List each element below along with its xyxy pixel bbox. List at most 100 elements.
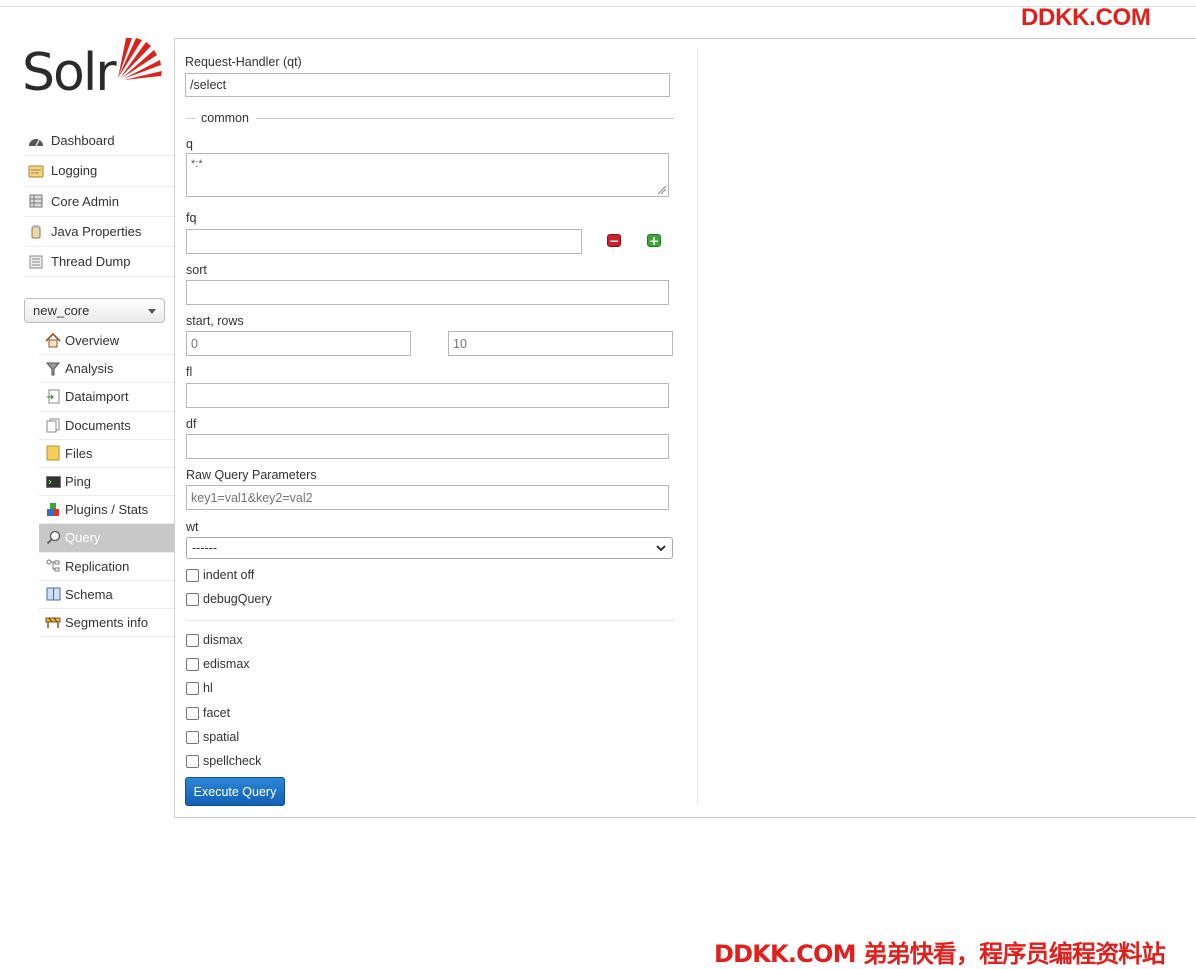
core-nav-ping[interactable]: Ping (39, 468, 174, 497)
documents-icon (45, 417, 61, 433)
wt-label: wt (186, 520, 199, 534)
dismax-checkbox[interactable] (186, 633, 199, 647)
df-label: df (186, 417, 197, 431)
result-divider (697, 48, 698, 806)
dashboard-icon (27, 133, 45, 149)
core-nav-files[interactable]: Files (39, 440, 174, 468)
spellcheck-checkbox[interactable] (186, 754, 199, 768)
request-handler-input[interactable] (185, 73, 670, 97)
dismax-option[interactable]: dismax (186, 633, 243, 647)
wt-select-value: ------ (192, 541, 217, 555)
legend-line-right (256, 118, 674, 119)
nav-label: Thread Dump (51, 254, 131, 270)
edismax-option[interactable]: edismax (186, 657, 250, 671)
spellcheck-option[interactable]: spellcheck (186, 754, 261, 768)
chevron-down-icon (148, 309, 156, 314)
sort-label: sort (186, 263, 207, 277)
q-label: q (186, 137, 193, 151)
core-nav-dataimport[interactable]: Dataimport (39, 383, 174, 412)
nav-item-thread-dump[interactable]: Thread Dump (24, 247, 174, 278)
rows-input[interactable] (448, 331, 673, 356)
core-nav-query[interactable]: Query (39, 524, 174, 553)
spatial-option[interactable]: spatial (186, 730, 239, 744)
core-nav-schema[interactable]: Schema (39, 581, 174, 609)
replication-icon (45, 558, 61, 574)
raw-params-label: Raw Query Parameters (186, 468, 317, 482)
plus-icon: + (648, 233, 660, 248)
option-label: hl (203, 681, 213, 695)
debug-query-checkbox[interactable] (186, 592, 199, 606)
magnifier-icon (45, 530, 61, 546)
nav-item-core-admin[interactable]: Core Admin (24, 187, 174, 217)
indent-checkbox[interactable] (186, 568, 199, 582)
hl-option[interactable]: hl (186, 681, 213, 695)
df-input[interactable] (186, 434, 669, 459)
nav-item-dashboard[interactable]: Dashboard (24, 126, 174, 157)
spatial-checkbox[interactable] (186, 730, 199, 744)
core-nav-replication[interactable]: Replication (39, 553, 174, 581)
fq-input[interactable] (186, 229, 582, 254)
core-nav-label: Documents (65, 417, 131, 433)
logo-text: Solr (22, 43, 117, 103)
add-fq-button[interactable]: + (647, 234, 661, 247)
core-nav-label: Overview (65, 333, 120, 349)
resize-handle-icon[interactable] (658, 186, 666, 194)
edismax-checkbox[interactable] (186, 657, 199, 671)
core-nav-plugins-stats[interactable]: Plugins / Stats (39, 496, 174, 525)
sort-input[interactable] (186, 280, 669, 305)
options-divider (186, 620, 674, 621)
core-selector-value: new_core (33, 303, 90, 318)
fl-input[interactable] (186, 383, 669, 408)
dataimport-icon (45, 389, 61, 405)
remove-fq-button[interactable]: − (607, 234, 621, 247)
option-label: facet (203, 706, 231, 720)
option-label: dismax (203, 633, 243, 647)
terminal-icon (45, 474, 61, 490)
fl-label: fl (186, 365, 193, 379)
q-textarea[interactable]: *:* (186, 153, 669, 197)
execute-query-button[interactable]: Execute Query (185, 777, 285, 806)
chevron-down-icon (656, 545, 666, 552)
main-nav: Dashboard Logging Core Admin Java Proper… (24, 126, 174, 278)
minus-icon: − (608, 233, 620, 248)
top-border (0, 6, 1196, 7)
debug-option[interactable]: debugQuery (186, 592, 272, 606)
core-admin-icon (27, 193, 45, 209)
book-icon (45, 586, 61, 602)
option-label: edismax (203, 657, 250, 671)
core-nav-label: Files (65, 445, 93, 461)
raw-params-input[interactable] (186, 485, 669, 510)
core-nav-documents[interactable]: Documents (39, 412, 174, 440)
solr-logo[interactable]: Solr (22, 36, 162, 108)
start-input[interactable] (186, 331, 411, 356)
nav-label: Java Properties (51, 224, 142, 240)
nav-item-logging[interactable]: Logging (24, 156, 174, 187)
facet-checkbox[interactable] (186, 706, 199, 720)
core-selector[interactable]: new_core (24, 298, 165, 323)
hl-checkbox[interactable] (186, 681, 199, 695)
core-nav-label: Segments info (65, 614, 149, 630)
core-nav-overview[interactable]: Overview (39, 327, 174, 356)
core-nav-label: Query (65, 530, 101, 546)
java-properties-icon (27, 224, 45, 240)
debug-query-label: debugQuery (203, 592, 272, 606)
wt-select[interactable]: ------ (186, 537, 673, 559)
start-rows-label: start, rows (186, 314, 244, 328)
option-label: spatial (203, 730, 240, 744)
core-nav-analysis[interactable]: Analysis (39, 355, 174, 384)
nav-item-java-properties[interactable]: Java Properties (24, 217, 174, 248)
folder-icon (45, 445, 61, 461)
core-nav: Overview Analysis Dataimport Documents F… (39, 327, 174, 638)
watermark-top: DDKK.COM (1021, 4, 1151, 31)
option-label: spellcheck (203, 754, 262, 768)
core-nav-segments-info[interactable]: Segments info (39, 609, 174, 638)
core-nav-label: Dataimport (65, 389, 129, 405)
indent-option[interactable]: indent off (186, 568, 254, 582)
facet-option[interactable]: facet (186, 706, 230, 720)
nav-label: Logging (51, 163, 98, 179)
core-nav-label: Analysis (65, 361, 114, 377)
core-nav-label: Schema (65, 586, 113, 602)
logging-icon (27, 163, 45, 179)
nav-label: Dashboard (51, 133, 115, 149)
core-nav-label: Ping (65, 474, 92, 490)
